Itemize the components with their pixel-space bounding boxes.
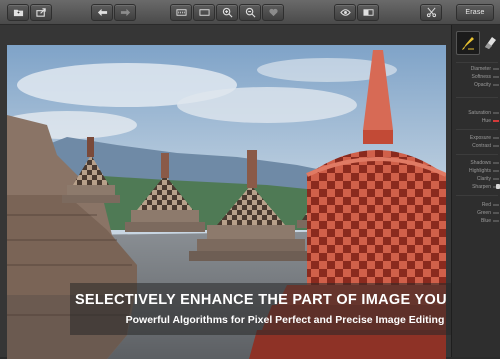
caption-subtitle: Powerful Algorithms for Pixel Perfect an… bbox=[125, 314, 445, 326]
mask-button[interactable] bbox=[262, 4, 284, 21]
slider-knob[interactable] bbox=[496, 184, 500, 189]
caption-title: SELECTIVELY ENHANCE THE PART OF IMAGE YO… bbox=[74, 292, 496, 308]
slider-label: Shadows bbox=[470, 160, 491, 166]
caption-banner: SELECTIVELY ENHANCE THE PART OF IMAGE YO… bbox=[70, 283, 500, 335]
actual-size-icon bbox=[175, 9, 187, 16]
slider-label: Saturation bbox=[468, 110, 491, 116]
slider-contrast[interactable]: Contrast bbox=[452, 142, 500, 150]
slider-exposure[interactable]: Exposure bbox=[452, 134, 500, 142]
zoom-in-button[interactable] bbox=[216, 4, 238, 21]
adjustment-panel: Diameter Softness Opacity Saturation Hue… bbox=[451, 25, 500, 357]
slider-track bbox=[493, 112, 499, 114]
export-icon bbox=[35, 8, 46, 17]
panel-divider bbox=[456, 154, 498, 155]
slider-diameter[interactable]: Diameter bbox=[452, 65, 500, 73]
panel-divider bbox=[456, 129, 498, 130]
zoom-in-icon bbox=[222, 7, 232, 18]
slider-opacity[interactable]: Opacity bbox=[452, 81, 500, 89]
slider-track bbox=[493, 170, 499, 172]
slider-label: Blue bbox=[480, 218, 491, 224]
slider-shadows[interactable]: Shadows bbox=[452, 159, 500, 167]
slider-label: Hue bbox=[481, 118, 491, 124]
fit-screen-button[interactable] bbox=[193, 4, 215, 21]
slider-track bbox=[493, 145, 499, 147]
slider-sharpen[interactable]: Sharpen bbox=[452, 183, 500, 191]
folder-icon bbox=[13, 9, 23, 17]
slider-track bbox=[493, 76, 499, 78]
brush-tool[interactable] bbox=[456, 31, 480, 55]
slider-label: Red bbox=[481, 202, 491, 208]
slider-label: Contrast bbox=[472, 143, 491, 149]
erase-button[interactable]: Erase bbox=[456, 4, 494, 21]
redo-icon bbox=[120, 8, 130, 17]
slider-green[interactable]: Green bbox=[452, 209, 500, 217]
compare-icon bbox=[362, 9, 374, 16]
zoom-out-icon bbox=[245, 7, 255, 18]
slider-label: Diameter bbox=[470, 66, 491, 72]
slider-highlights[interactable]: Highlights bbox=[452, 167, 500, 175]
slider-track bbox=[493, 68, 499, 70]
undo-button[interactable] bbox=[91, 4, 113, 21]
slider-track bbox=[493, 162, 499, 164]
slider-clarity[interactable]: Clarity bbox=[452, 175, 500, 183]
slider-label: Opacity bbox=[474, 82, 491, 88]
panel-divider bbox=[456, 62, 498, 63]
eraser-tool[interactable] bbox=[479, 31, 500, 53]
panel-divider bbox=[456, 97, 498, 98]
slider-label: Sharpen bbox=[472, 184, 491, 190]
slider-track bbox=[493, 84, 499, 86]
slider-label: Highlights bbox=[469, 168, 491, 174]
redo-button[interactable] bbox=[114, 4, 136, 21]
undo-icon bbox=[97, 8, 107, 17]
slider-blue[interactable]: Blue bbox=[452, 217, 500, 225]
slider-track bbox=[493, 178, 499, 180]
slider-track bbox=[493, 204, 499, 206]
heart-mask-icon bbox=[268, 8, 278, 17]
preview-button[interactable] bbox=[334, 4, 356, 21]
actual-size-button[interactable] bbox=[170, 4, 192, 21]
scissors-icon bbox=[426, 7, 436, 18]
panel-divider bbox=[456, 195, 498, 196]
slider-softness[interactable]: Softness bbox=[452, 73, 500, 81]
slider-track bbox=[493, 212, 499, 214]
slider-hue[interactable]: Hue bbox=[452, 117, 500, 125]
slider-label: Exposure bbox=[469, 135, 491, 141]
eraser-icon bbox=[485, 37, 496, 49]
slider-label: Clarity bbox=[476, 176, 491, 182]
slider-label: Softness bbox=[471, 74, 491, 80]
slider-track bbox=[493, 137, 499, 139]
slider-saturation[interactable]: Saturation bbox=[452, 109, 500, 117]
brush-icon bbox=[462, 37, 474, 50]
slider-label: Green bbox=[477, 210, 491, 216]
slider-track bbox=[493, 120, 499, 122]
fit-screen-icon bbox=[198, 9, 210, 16]
export-button[interactable] bbox=[30, 4, 52, 21]
top-toolbar: Erase bbox=[0, 0, 500, 25]
slider-track bbox=[493, 220, 499, 222]
slider-red[interactable]: Red bbox=[452, 201, 500, 209]
open-folder-button[interactable] bbox=[7, 4, 29, 21]
compare-button[interactable] bbox=[357, 4, 379, 21]
clear-button[interactable] bbox=[420, 4, 442, 21]
zoom-out-button[interactable] bbox=[239, 4, 261, 21]
eye-icon bbox=[339, 9, 351, 16]
